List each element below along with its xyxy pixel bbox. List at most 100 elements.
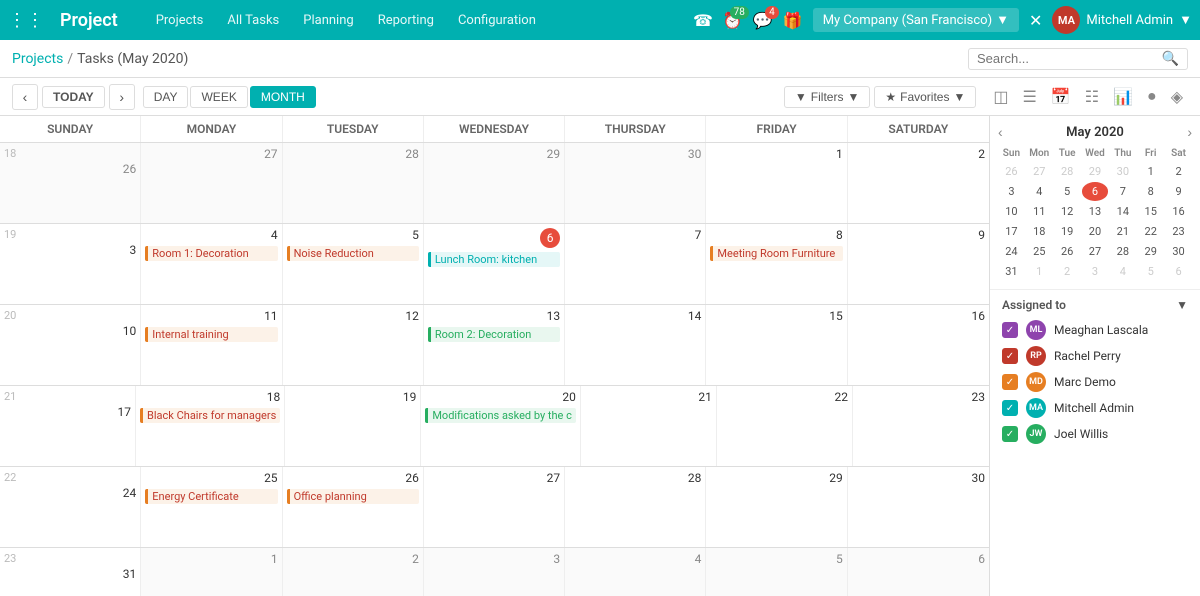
nav-configuration[interactable]: Configuration — [448, 9, 546, 32]
nav-planning[interactable]: Planning — [293, 9, 363, 32]
cal-cell-18-2[interactable]: 28 — [283, 143, 424, 223]
month-view-button[interactable]: MONTH — [250, 86, 316, 108]
calendar-event[interactable]: Room 2: Decoration — [428, 327, 560, 342]
cal-cell-22-4[interactable]: 28 — [565, 467, 706, 547]
cal-cell-23-4[interactable]: 4 — [565, 548, 706, 596]
mini-cal-day[interactable]: 4 — [1026, 182, 1053, 201]
mini-cal-day[interactable]: 21 — [1109, 222, 1136, 241]
cal-cell-23-6[interactable]: 6 — [848, 548, 989, 596]
calendar-event[interactable]: Room 1: Decoration — [145, 246, 277, 261]
mini-cal-day[interactable]: 5 — [1054, 182, 1081, 201]
mini-cal-day[interactable]: 3 — [1082, 262, 1109, 281]
mini-cal-day[interactable]: 6 — [1165, 262, 1192, 281]
calendar-event[interactable]: Office planning — [287, 489, 419, 504]
calendar-event[interactable]: Lunch Room: kitchen — [428, 252, 560, 267]
grid-icon[interactable]: ⋮⋮ — [8, 10, 44, 31]
mini-cal-day[interactable]: 10 — [998, 202, 1025, 221]
cal-cell-22-2[interactable]: 26Office planning — [283, 467, 424, 547]
week-view-button[interactable]: WEEK — [190, 86, 247, 108]
mini-cal-prev[interactable]: ‹ — [998, 124, 1003, 140]
mini-cal-day[interactable]: 31 — [998, 262, 1025, 281]
mini-cal-day[interactable]: 30 — [1109, 162, 1136, 181]
cal-cell-22-0[interactable]: 2224 — [0, 467, 141, 547]
nav-reporting[interactable]: Reporting — [368, 9, 444, 32]
chat-icon[interactable]: 💬 4 — [753, 11, 773, 30]
cal-cell-21-5[interactable]: 22 — [717, 386, 853, 466]
prev-button[interactable]: ‹ — [12, 84, 38, 110]
cal-cell-20-0[interactable]: 2010 — [0, 305, 141, 385]
list-view-icon[interactable]: ☰ — [1017, 85, 1041, 109]
mini-cal-day[interactable]: 26 — [1054, 242, 1081, 261]
mini-cal-day[interactable]: 16 — [1165, 202, 1192, 221]
cal-cell-23-2[interactable]: 2 — [283, 548, 424, 596]
cal-cell-21-1[interactable]: 18Black Chairs for managers — [136, 386, 285, 466]
breadcrumb-root[interactable]: Projects — [12, 51, 63, 67]
calendar-event[interactable]: Noise Reduction — [287, 246, 419, 261]
gift-icon[interactable]: 🎁 — [783, 11, 803, 30]
kanban-view-icon[interactable]: ◫ — [988, 85, 1013, 109]
assigned-checkbox[interactable]: ✓ — [1002, 400, 1018, 416]
table-view-icon[interactable]: ☷ — [1080, 85, 1104, 109]
cal-cell-19-2[interactable]: 5Noise Reduction — [283, 224, 424, 304]
calendar-event[interactable]: Energy Certificate — [145, 489, 277, 504]
mini-cal-day[interactable]: 4 — [1109, 262, 1136, 281]
cal-cell-19-0[interactable]: 193 — [0, 224, 141, 304]
mini-cal-day[interactable]: 19 — [1054, 222, 1081, 241]
cal-cell-18-1[interactable]: 27 — [141, 143, 282, 223]
mini-cal-day[interactable]: 22 — [1137, 222, 1164, 241]
cal-cell-20-6[interactable]: 16 — [848, 305, 989, 385]
mini-cal-day[interactable]: 2 — [1054, 262, 1081, 281]
cal-cell-18-0[interactable]: 1826 — [0, 143, 141, 223]
calendar-event[interactable]: Modifications asked by the c — [425, 408, 576, 423]
cal-cell-19-3[interactable]: 6Lunch Room: kitchen — [424, 224, 565, 304]
mini-cal-day[interactable]: 29 — [1137, 242, 1164, 261]
cal-cell-19-5[interactable]: 8Meeting Room Furniture — [706, 224, 847, 304]
mini-cal-day[interactable]: 3 — [998, 182, 1025, 201]
clock-view-icon[interactable]: ● — [1142, 85, 1162, 109]
day-view-button[interactable]: DAY — [143, 86, 189, 108]
mini-cal-day[interactable]: 24 — [998, 242, 1025, 261]
mini-cal-day[interactable]: 11 — [1026, 202, 1053, 221]
mini-cal-day[interactable]: 9 — [1165, 182, 1192, 201]
mini-cal-day[interactable]: 17 — [998, 222, 1025, 241]
cal-cell-18-4[interactable]: 30 — [565, 143, 706, 223]
company-selector[interactable]: My Company (San Francisco) ▼ — [813, 8, 1019, 32]
cal-cell-20-5[interactable]: 15 — [706, 305, 847, 385]
cal-cell-18-5[interactable]: 1 — [706, 143, 847, 223]
cal-cell-23-1[interactable]: 1 — [141, 548, 282, 596]
chevron-down-icon[interactable]: ▼ — [1176, 298, 1188, 312]
cal-cell-22-6[interactable]: 30 — [848, 467, 989, 547]
mini-cal-day[interactable]: 1 — [1137, 162, 1164, 181]
user-menu[interactable]: MA Mitchell Admin ▼ — [1052, 6, 1192, 34]
mini-cal-day[interactable]: 25 — [1026, 242, 1053, 261]
mini-cal-day[interactable]: 8 — [1137, 182, 1164, 201]
next-button[interactable]: › — [109, 84, 135, 110]
mini-cal-day[interactable]: 13 — [1082, 202, 1109, 221]
mini-cal-day[interactable]: 20 — [1082, 222, 1109, 241]
cal-cell-22-3[interactable]: 27 — [424, 467, 565, 547]
cal-cell-21-6[interactable]: 23 — [853, 386, 989, 466]
today-button[interactable]: TODAY — [42, 86, 105, 108]
assigned-checkbox[interactable]: ✓ — [1002, 374, 1018, 390]
timer-icon[interactable]: ⏰ 78 — [723, 11, 743, 30]
cal-cell-21-4[interactable]: 21 — [581, 386, 717, 466]
cal-cell-20-1[interactable]: 11Internal training — [141, 305, 282, 385]
mini-cal-day[interactable]: 28 — [1109, 242, 1136, 261]
mini-cal-day[interactable]: 27 — [1082, 242, 1109, 261]
cal-cell-19-4[interactable]: 7 — [565, 224, 706, 304]
mini-cal-day[interactable]: 15 — [1137, 202, 1164, 221]
mini-cal-day[interactable]: 18 — [1026, 222, 1053, 241]
assigned-checkbox[interactable]: ✓ — [1002, 348, 1018, 364]
assigned-checkbox[interactable]: ✓ — [1002, 322, 1018, 338]
calendar-event[interactable]: Internal training — [145, 327, 277, 342]
mini-cal-day[interactable]: 29 — [1082, 162, 1109, 181]
calendar-event[interactable]: Meeting Room Furniture — [710, 246, 842, 261]
cal-cell-19-1[interactable]: 4Room 1: Decoration — [141, 224, 282, 304]
cal-cell-18-3[interactable]: 29 — [424, 143, 565, 223]
mini-cal-day[interactable]: 23 — [1165, 222, 1192, 241]
mini-cal-day[interactable]: 30 — [1165, 242, 1192, 261]
cal-cell-22-5[interactable]: 29 — [706, 467, 847, 547]
nav-projects[interactable]: Projects — [146, 9, 214, 32]
mini-cal-day[interactable]: 26 — [998, 162, 1025, 181]
assigned-checkbox[interactable]: ✓ — [1002, 426, 1018, 442]
